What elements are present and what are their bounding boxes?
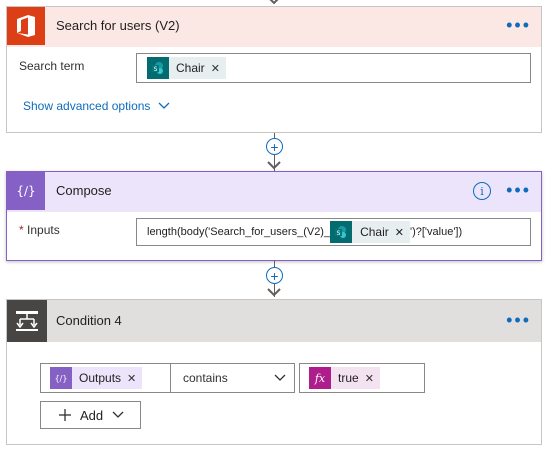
inputs-label: * Inputs	[19, 223, 60, 237]
condition-card-title: Condition 4	[56, 313, 122, 328]
true-token-label: true	[338, 371, 359, 385]
search-term-input[interactable]: S Chair ✕	[136, 53, 531, 83]
chevron-down-icon	[274, 374, 286, 381]
compose-inputs-field[interactable]: length(body('Search_for_users_(V2)_ S Ch…	[136, 218, 531, 246]
search-term-token-label: Chair	[176, 61, 205, 75]
condition-operator-select[interactable]: contains	[170, 363, 295, 393]
plus-icon	[59, 409, 71, 421]
office-icon	[7, 7, 45, 45]
search-for-users-card: Search for users (V2) ••• Search term S …	[6, 6, 542, 133]
inputs-label-text: Inputs	[27, 223, 60, 237]
svg-text:S: S	[337, 230, 341, 237]
search-card-header[interactable]: Search for users (V2) •••	[7, 7, 541, 47]
condition-card-more-button[interactable]: •••	[506, 300, 531, 342]
compose-card: {∕} Compose i ••• * Inputs length(body('…	[6, 171, 542, 261]
outputs-token-remove-icon[interactable]: ✕	[127, 372, 142, 385]
search-card-more-button[interactable]: •••	[506, 7, 531, 45]
add-button-label: Add	[80, 407, 104, 423]
fx-icon: fx	[309, 367, 331, 389]
sharepoint-icon: S	[330, 221, 353, 243]
show-advanced-options-link[interactable]: Show advanced options	[23, 99, 170, 113]
condition-card: Condition 4 ••• {∕} Outputs ✕ contains f…	[6, 299, 542, 445]
compose-card-header[interactable]: {∕} Compose i •••	[7, 172, 541, 212]
show-advanced-options-label: Show advanced options	[23, 99, 151, 113]
search-term-token[interactable]: S Chair ✕	[147, 57, 226, 79]
compose-card-more-button[interactable]: •••	[506, 172, 531, 210]
condition-operator-value: contains	[183, 371, 228, 385]
search-term-label: Search term	[19, 59, 85, 73]
compose-icon: {∕}	[7, 172, 45, 210]
insert-step-button[interactable]: +	[266, 138, 283, 155]
expression-suffix-text: ')?['value'])	[410, 226, 463, 238]
info-icon: i	[480, 184, 484, 198]
condition-right-operand[interactable]: fx true ✕	[299, 363, 425, 393]
search-term-token-remove-icon[interactable]: ✕	[211, 62, 226, 75]
flow-arrow-icon	[267, 161, 281, 170]
chevron-down-icon	[158, 102, 170, 109]
chevron-down-icon	[112, 411, 124, 418]
sharepoint-icon: S	[147, 57, 169, 79]
compose-inputs-token[interactable]: S Chair ✕	[330, 221, 410, 243]
search-card-title: Search for users (V2)	[56, 18, 180, 33]
compose-token-label: Chair	[360, 225, 389, 239]
insert-step-button[interactable]: +	[266, 267, 283, 284]
expression-prefix-text: length(body('Search_for_users_(V2)_	[147, 226, 331, 238]
compose-icon: {∕}	[50, 367, 72, 389]
add-button[interactable]: Add	[40, 401, 141, 429]
required-mark: *	[19, 223, 24, 237]
condition-card-header[interactable]: Condition 4 •••	[7, 300, 541, 342]
compose-card-title: Compose	[56, 183, 112, 198]
compose-token-remove-icon[interactable]: ✕	[395, 226, 410, 239]
svg-text:{∕}: {∕}	[55, 374, 68, 383]
true-token-remove-icon[interactable]: ✕	[365, 372, 380, 385]
outputs-token[interactable]: {∕} Outputs ✕	[50, 367, 143, 389]
outputs-token-label: Outputs	[79, 371, 122, 385]
flow-arrow-icon	[267, 288, 281, 297]
info-button[interactable]: i	[473, 182, 491, 200]
true-expression-token[interactable]: fx true ✕	[309, 367, 380, 389]
condition-icon	[7, 300, 47, 342]
svg-text:{∕}: {∕}	[16, 184, 35, 198]
svg-text:S: S	[154, 66, 158, 73]
condition-left-operand[interactable]: {∕} Outputs ✕	[40, 363, 171, 393]
